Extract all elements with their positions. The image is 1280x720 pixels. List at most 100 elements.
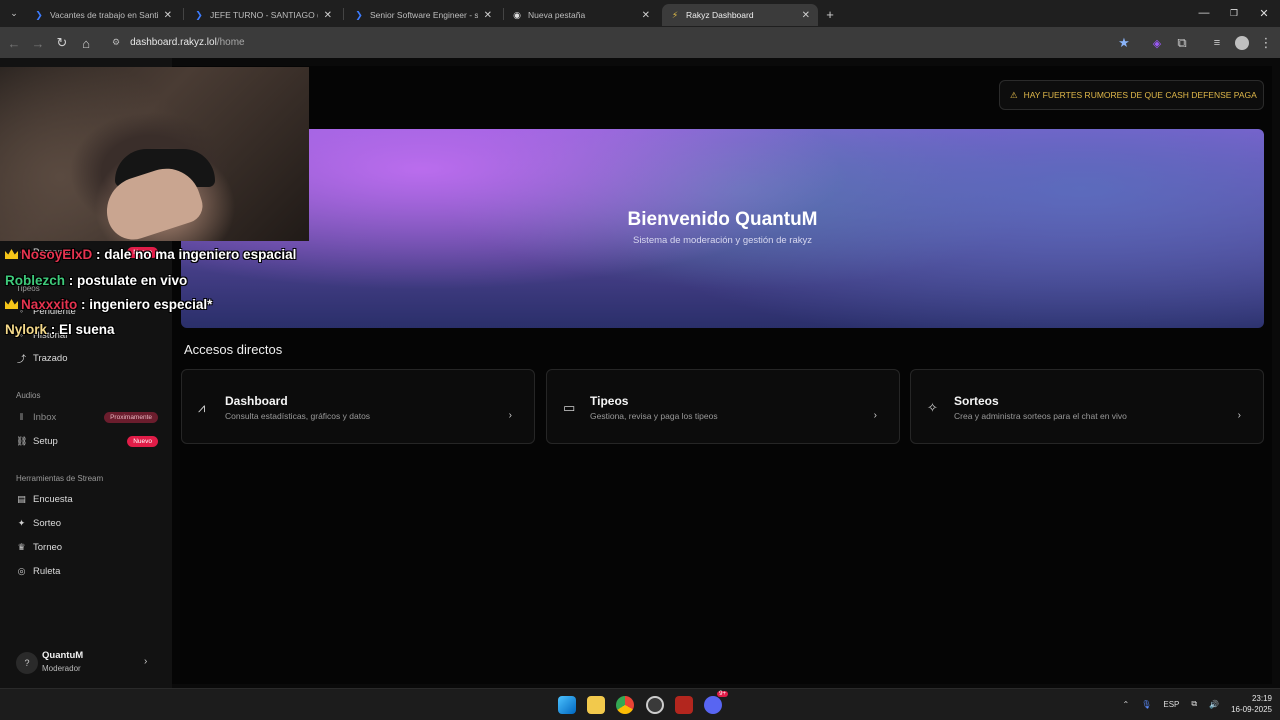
- tab-title: Senior Software Engineer - sep: [370, 10, 478, 20]
- shortcuts-title: Accesos directos: [184, 342, 283, 357]
- sidebar-item-sorteo[interactable]: ✦ Sorteo: [16, 514, 158, 532]
- profile-avatar-icon[interactable]: [1232, 33, 1252, 53]
- voicemeeter-icon[interactable]: [675, 696, 693, 714]
- volume-icon[interactable]: 🔊: [1209, 700, 1219, 709]
- tab-title: Rakyz Dashboard: [686, 10, 754, 20]
- chrome-icon: ◉: [513, 9, 521, 20]
- site-info-icon[interactable]: ⚙: [112, 37, 120, 48]
- chat-user: Roblezch: [5, 273, 66, 288]
- avatar: ?: [16, 652, 38, 674]
- tab-4[interactable]: ◉ Nueva pestaña ✕: [504, 4, 658, 26]
- extension-twitch-icon[interactable]: ◈: [1147, 33, 1167, 53]
- sidebar-item-label: Torneo: [33, 541, 63, 553]
- link-icon: ⛓: [16, 435, 28, 446]
- obs-icon[interactable]: [646, 696, 664, 714]
- browser-menu-icon[interactable]: ⋮: [1256, 33, 1276, 53]
- tab-5-active[interactable]: ⚡ Rakyz Dashboard ✕: [662, 4, 818, 26]
- sidebar-item-trazado[interactable]: ⤴ Trazado: [16, 349, 158, 367]
- address-bar[interactable]: ⚙ dashboard.rakyz.lol/home: [104, 31, 1144, 54]
- trophy-icon: ♛: [17, 541, 26, 552]
- clock[interactable]: 23:19 16-09-2025: [1231, 693, 1272, 715]
- chevron-right-icon: ›: [144, 656, 148, 667]
- tray-chevron-up-icon[interactable]: ⌃: [1123, 700, 1130, 709]
- webcam-overlay: [0, 67, 309, 241]
- language-indicator[interactable]: ESP: [1163, 700, 1179, 709]
- clock-time: 23:19: [1251, 694, 1272, 703]
- warning-icon: ⚠: [1010, 89, 1018, 100]
- minimize-icon[interactable]: —: [1189, 4, 1219, 22]
- card-description: Gestiona, revisa y paga los tipeos: [590, 411, 718, 421]
- rakyz-favicon-icon: ⚡: [671, 9, 679, 20]
- new-badge: Nuevo: [127, 435, 158, 447]
- back-icon[interactable]: ←: [4, 33, 24, 53]
- welcome-banner: Bienvenido QuantuM Sistema de moderación…: [181, 129, 1264, 328]
- chat-message: Nylork : El suena: [5, 322, 115, 337]
- chat-text: : ingeniero especial*: [77, 297, 213, 312]
- file-explorer-icon[interactable]: [587, 696, 605, 714]
- extensions-puzzle-icon[interactable]: ⧉: [1172, 33, 1192, 53]
- shortcut-card-sorteos[interactable]: ✧ Sorteos Crea y administra sorteos para…: [910, 369, 1264, 444]
- tab-close-icon[interactable]: ✕: [484, 10, 492, 21]
- tab-title: Vacantes de trabajo en Santiag: [50, 10, 158, 20]
- card-description: Crea y administra sorteos para el chat e…: [954, 411, 1127, 421]
- tab-1[interactable]: ❯ Vacantes de trabajo en Santiag ✕: [26, 4, 180, 26]
- shortcut-card-tipeos[interactable]: ▭ Tipeos Gestiona, revisa y paga los tip…: [546, 369, 900, 444]
- party-icon: ✦: [17, 517, 26, 528]
- sidebar-item-label: Ruleta: [33, 565, 61, 577]
- tab-title: JEFE TURNO - SANTIAGO (UNO: [210, 10, 318, 20]
- discord-badge: 9+: [717, 691, 728, 697]
- new-tab-icon[interactable]: +: [820, 4, 840, 24]
- user-role: Moderador: [42, 664, 81, 673]
- reload-icon[interactable]: ↻: [52, 33, 72, 53]
- sidebar-item-setup[interactable]: ⛓ Setup Nuevo: [16, 432, 158, 450]
- tab-2[interactable]: ❯ JEFE TURNO - SANTIAGO (UNO ✕: [186, 4, 340, 26]
- tab-search-chevron-icon[interactable]: ⌄: [4, 3, 24, 23]
- chat-text: : El suena: [47, 322, 115, 337]
- crown-icon: [5, 299, 18, 309]
- welcome-subtitle: Sistema de moderación y gestión de rakyz: [632, 235, 812, 246]
- tab-close-icon[interactable]: ✕: [642, 10, 650, 21]
- forward-icon[interactable]: →: [28, 33, 48, 53]
- network-icon[interactable]: ⧉: [1191, 699, 1197, 709]
- wallet-icon: ▭: [563, 400, 576, 415]
- tab-close-icon[interactable]: ✕: [164, 10, 172, 21]
- user-profile[interactable]: ? QuantuM Moderador ›: [16, 650, 158, 674]
- discord-icon[interactable]: 9+: [704, 691, 728, 714]
- home-icon[interactable]: ⌂: [76, 33, 96, 53]
- tab-title: Nueva pestaña: [528, 10, 586, 20]
- tab-close-icon[interactable]: ✕: [802, 10, 810, 21]
- sidebar-item-label: Sorteo: [33, 517, 61, 529]
- sidebar-item-ruleta[interactable]: ◎ Ruleta: [16, 562, 158, 580]
- clock-date: 16-09-2025: [1231, 705, 1272, 714]
- url-host: dashboard.rakyz.lol: [130, 37, 217, 48]
- restore-icon[interactable]: ❐: [1219, 4, 1249, 22]
- coming-soon-badge: Proximamente: [104, 411, 158, 423]
- sidebar-item-inbox[interactable]: ⫴ Inbox Proximamente: [16, 408, 158, 426]
- chevron-right-icon: ›: [1237, 410, 1241, 421]
- sidebar-item-encuesta[interactable]: ▤ Encuesta: [16, 490, 158, 508]
- announcement-alert: ⚠ HAY FUERTES RUMORES DE QUE CASH DEFENS…: [999, 80, 1264, 110]
- mic-icon[interactable]: 🎙: [1141, 700, 1151, 709]
- chat-message: Naxxxito : ingeniero especial*: [5, 297, 212, 312]
- window-close-icon[interactable]: ✕: [1249, 4, 1279, 22]
- url-text: dashboard.rakyz.lol/home: [130, 37, 245, 48]
- wheel-icon: ◎: [17, 565, 26, 576]
- chat-text: : dale no ma ingeniero espacial: [92, 247, 297, 262]
- sidebar-item-label: Setup: [33, 435, 58, 447]
- windows-start-icon[interactable]: [558, 696, 576, 714]
- tab-3[interactable]: ❯ Senior Software Engineer - sep ✕: [346, 4, 500, 26]
- tab-close-icon[interactable]: ✕: [324, 10, 332, 21]
- sidebar-section-audios: Audios: [16, 391, 41, 400]
- bookmark-star-icon[interactable]: ★: [1114, 33, 1134, 53]
- chat-user: Nylork: [5, 322, 48, 337]
- media-queue-icon[interactable]: ≡: [1207, 33, 1227, 53]
- chrome-taskbar-icon[interactable]: [616, 696, 634, 714]
- inbox-icon: ⫴: [19, 411, 24, 422]
- crown-icon: [5, 249, 18, 259]
- party-popper-icon: ✧: [927, 400, 938, 415]
- poll-icon: ▤: [17, 493, 26, 504]
- tab-separator: [343, 8, 344, 20]
- sidebar-item-label: Encuesta: [33, 493, 73, 505]
- sidebar-item-torneo[interactable]: ♛ Torneo: [16, 538, 158, 556]
- shortcut-card-dashboard[interactable]: ⩘ Dashboard Consulta estadísticas, gráfi…: [181, 369, 535, 444]
